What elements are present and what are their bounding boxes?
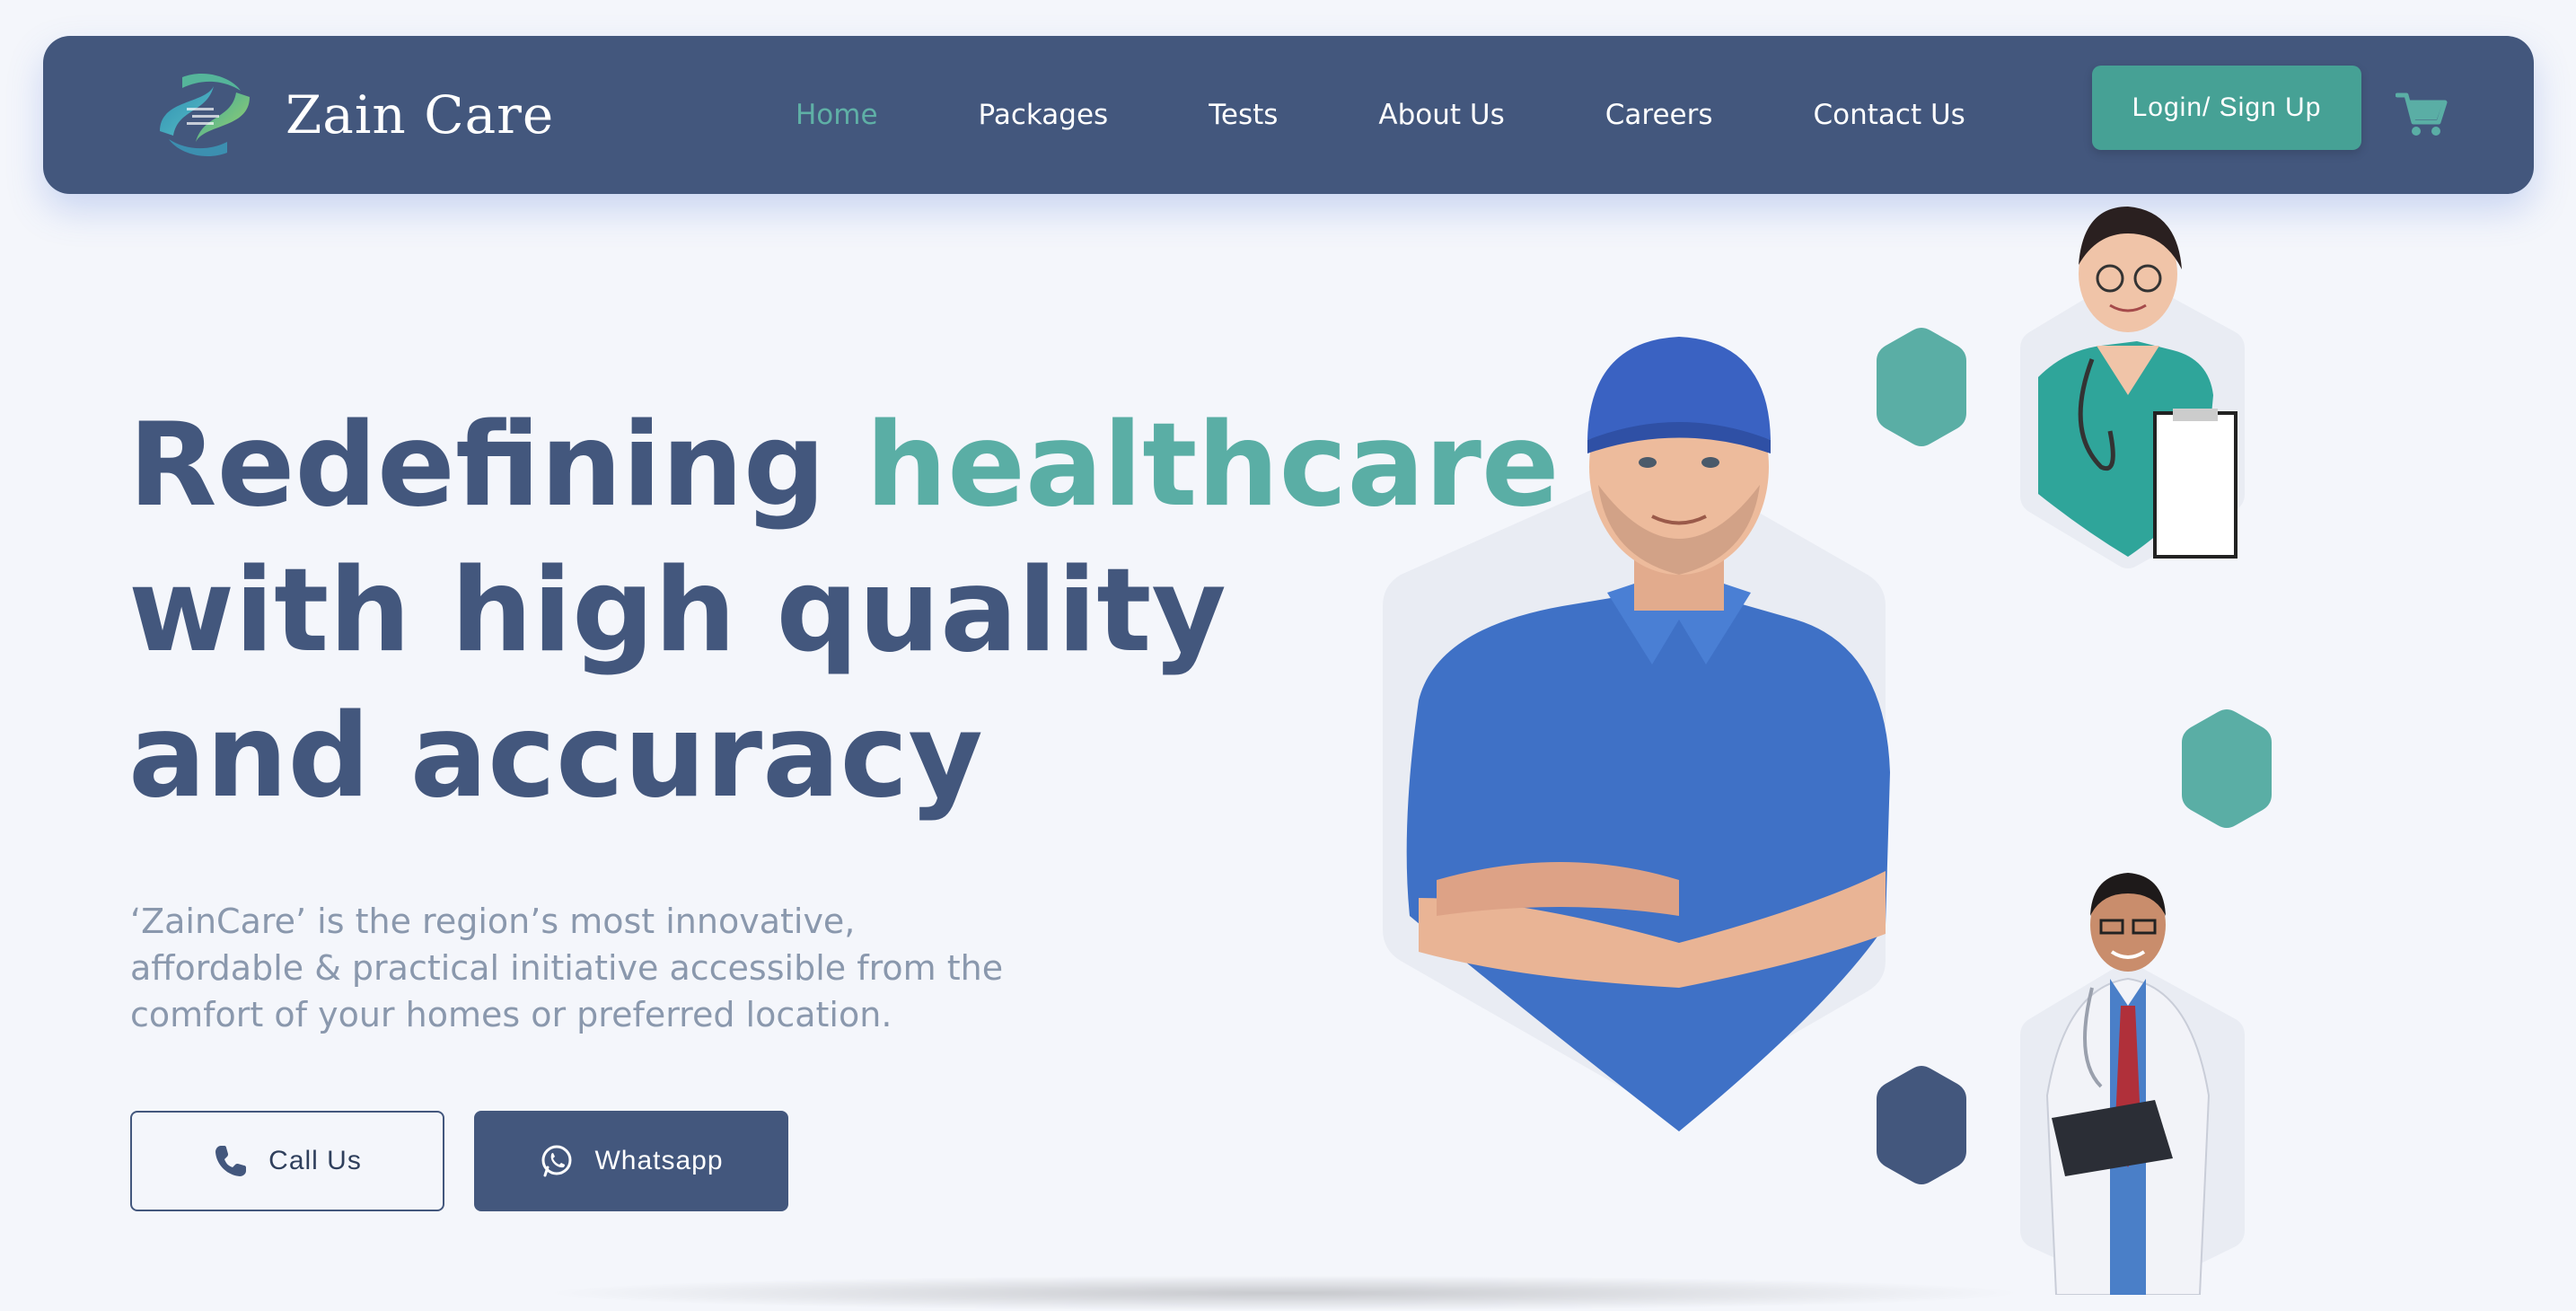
nav-link-tests[interactable]: Tests (1209, 99, 1278, 131)
bottom-shadow (539, 1275, 2029, 1311)
nurse-image (2038, 207, 2238, 559)
decorative-hexagon-navy-bottom (1877, 1066, 1966, 1184)
nav-link-careers[interactable]: Careers (1605, 99, 1713, 131)
whatsapp-icon (541, 1145, 572, 1177)
phone-icon (215, 1146, 247, 1176)
headline-line3: and accuracy (128, 690, 983, 823)
hero-description: ‘ZainCare’ is the region’s most innovati… (130, 902, 1004, 1034)
top-navbar: Zain Care Home Packages Tests About Us C… (43, 36, 2534, 194)
nav-link-about-us[interactable]: About Us (1378, 99, 1504, 131)
hero-headline: Redefining healthcare with high quality … (128, 393, 1560, 830)
whatsapp-button[interactable]: Whatsapp (474, 1111, 788, 1211)
zain-care-logo-icon (160, 73, 250, 157)
whatsapp-label: Whatsapp (594, 1146, 724, 1175)
call-us-button[interactable]: Call Us (130, 1111, 444, 1211)
decorative-hexagon-teal-top (1877, 328, 1966, 446)
nav-link-home[interactable]: Home (796, 99, 878, 131)
decorative-hexagon-teal-mid (2182, 709, 2272, 828)
main-nav: Home Packages Tests About Us Careers Con… (796, 36, 1965, 194)
call-us-label: Call Us (268, 1146, 362, 1175)
headline-part1: Redefining (128, 399, 866, 532)
nav-link-packages[interactable]: Packages (979, 99, 1109, 131)
login-signup-button[interactable]: Login/ Sign Up (2092, 66, 2361, 150)
headline-line2: with high quality (128, 544, 1226, 678)
doctor-image (2045, 873, 2211, 1295)
cart-icon[interactable] (2396, 88, 2448, 140)
brand[interactable]: Zain Care (151, 68, 554, 162)
nav-link-contact-us[interactable]: Contact Us (1814, 99, 1965, 131)
hero-illustration (1383, 207, 2272, 1295)
brand-name: Zain Care (286, 84, 555, 145)
